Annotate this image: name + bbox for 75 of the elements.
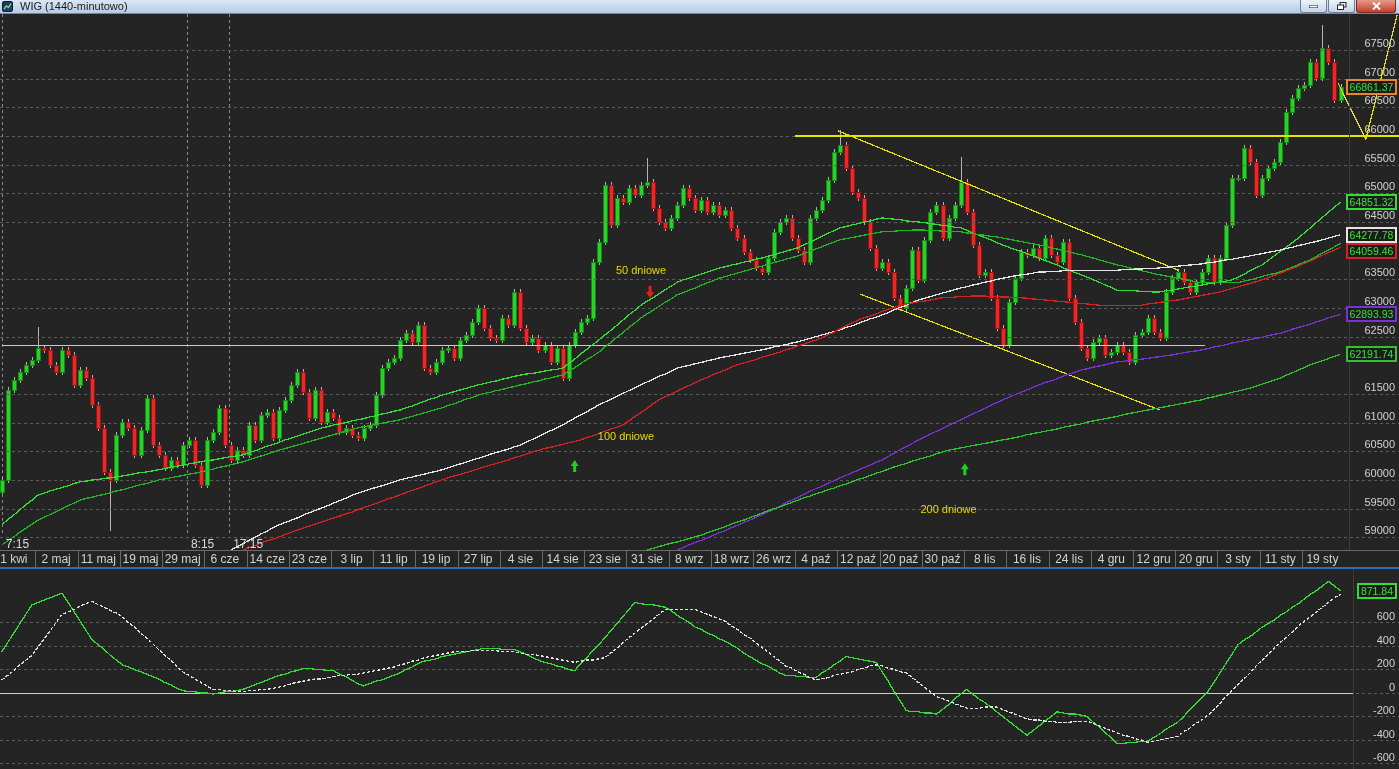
value-badge: 64851.32 [1346,194,1397,210]
date-axis-label: 3 sty [1225,552,1251,566]
price-axis-label: 63500 [1364,266,1395,279]
up-arrow-icon [960,463,969,476]
price-axis-label: 60500 [1364,438,1395,451]
price-axis-label: 65500 [1364,151,1395,164]
value-badge: 62893.93 [1346,306,1397,322]
date-axis-label: 20 gru [1178,552,1213,566]
date-axis-label: 16 lis [1012,552,1041,566]
date-axis-label: 3 lip [340,552,363,566]
date-axis-label: 11 maj [80,552,116,566]
minimize-button[interactable] [1300,0,1327,13]
date-axis-label: 23 cze [291,552,328,566]
value-badge: 64059.46 [1346,243,1397,259]
date-axis-label: 18 wrz [713,552,750,566]
up-arrow-icon [570,460,579,472]
date-axis-label: 1 kwi [0,552,28,566]
price-axis-label: 60000 [1364,467,1395,480]
date-axis-label: 8 lis [974,552,996,566]
date-axis-label: 11 lip [379,552,408,566]
date-axis-label: 6 cze [210,552,240,566]
price-axis-label: 62500 [1364,323,1395,336]
date-axis-label: 19 sty [1306,552,1339,566]
date-axis-label: 11 sty [1264,552,1296,566]
date-axis-label: 2 maj [41,552,71,566]
value-badge: 871.84 [1357,583,1397,599]
price-axis-label: 63000 [1364,295,1395,308]
minimize-icon [1309,4,1318,8]
chart-icon [2,1,13,12]
close-button[interactable] [1356,0,1396,13]
oscillator-axis-label: 400 [1376,633,1395,646]
date-axis-label: 14 sie [546,552,579,566]
date-axis-label: 4 gru [1097,552,1126,566]
date-axis-label: 12 paź [840,552,877,566]
date-axis-label: 4 sie [507,552,534,566]
oscillator-axis-label: -200 [1372,704,1395,717]
close-icon [1371,2,1381,10]
date-axis-label: 12 gru [1136,552,1171,566]
price-axis-label: 59000 [1364,524,1395,537]
value-badge: 62191.74 [1346,346,1397,362]
down-arrow-icon [646,286,655,298]
price-axis-label: 59500 [1364,495,1395,508]
candle [1339,83,1344,104]
oscillator-axis-label: -600 [1372,751,1395,764]
window-title: WIG (1440-minutowo) [20,0,128,13]
price-axis-label: 61500 [1364,381,1395,394]
date-axis-label: 26 wrz [756,552,792,566]
annotation-label: 50 dniowe [615,264,667,277]
time-label: 7:15 [5,537,30,551]
date-axis-label: 31 sie [631,552,664,566]
date-axis-label: 4 paź [801,552,831,566]
restore-icon [1336,2,1347,10]
oscillator-axis-label: 0 [1388,680,1395,693]
price-axis-label: 65000 [1364,180,1395,193]
date-axis-label: 30 paź [924,552,961,566]
annotation-label: 100 dniowe [597,429,655,442]
date-axis-label: 29 maj [164,552,201,566]
date-axis-label: 19 maj [122,552,159,566]
date-axis-label: 27 lip [463,552,493,566]
value-badge: 66861.37 [1346,79,1397,95]
oscillator-axis-label: 200 [1376,657,1395,670]
price-axis-label: 64500 [1364,209,1395,221]
oscillator-axis-label: 600 [1376,610,1395,623]
date-axis-label: 24 lis [1055,552,1084,566]
time-label: 8:15 [190,537,215,551]
value-badge: 64277.78 [1346,227,1397,243]
date-axis-label: 23 sie [588,552,621,566]
annotation-label: 200 dniowe [920,503,977,515]
date-axis-label: 19 lip [421,552,451,566]
oscillator-axis-label: -400 [1372,728,1395,740]
restore-button[interactable] [1328,0,1355,13]
date-axis-label: 14 cze [249,552,285,566]
price-axis-label: 61000 [1364,409,1395,422]
date-axis-label: 20 paź [882,552,919,566]
date-axis-label: 8 wrz [674,552,704,566]
